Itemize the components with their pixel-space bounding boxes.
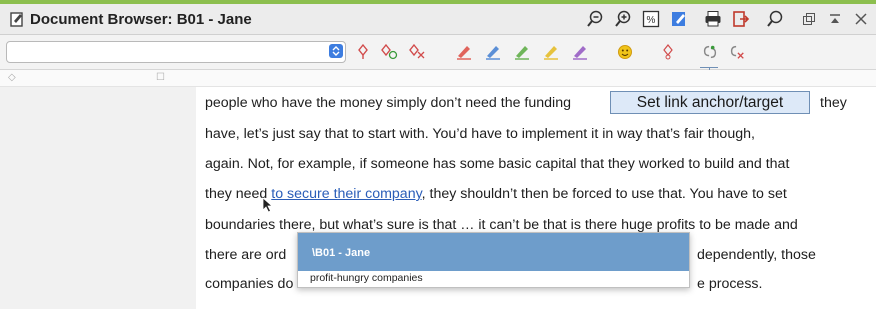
mouse-cursor-icon: [262, 197, 274, 213]
margin-pane: [0, 87, 196, 309]
minimize-window-icon[interactable]: [828, 12, 842, 26]
tooltip: Set link anchor/target: [610, 91, 810, 114]
smiley-icon[interactable]: [616, 43, 634, 61]
export-icon[interactable]: [732, 10, 750, 28]
search-icon[interactable]: [766, 10, 784, 28]
text-line: there are ord dependently, those: [205, 247, 816, 263]
svg-text:%: %: [647, 15, 656, 26]
window-title: Document Browser: B01 - Jane: [30, 10, 252, 28]
ruler-bar: ◇ ☐: [0, 70, 876, 87]
code-selector[interactable]: [6, 41, 346, 63]
pen-purple-icon[interactable]: [571, 43, 589, 61]
link-anchor-icon[interactable]: [701, 43, 719, 61]
pen-blue-icon[interactable]: [484, 43, 502, 61]
edit-mode-icon[interactable]: [670, 10, 688, 28]
coded-link-segment[interactable]: to secure their company: [271, 186, 421, 202]
text-line: boundaries there, but what’s sure is tha…: [205, 217, 798, 233]
chevron-updown-icon[interactable]: [329, 44, 343, 58]
code-remove-icon[interactable]: [408, 43, 426, 61]
link-remove-icon[interactable]: [728, 43, 746, 61]
link-target-popup[interactable]: \B01 - Jane profit-hungry companies: [297, 232, 690, 288]
popup-header[interactable]: \B01 - Jane: [298, 233, 689, 271]
text-line: companies do e process.: [205, 276, 763, 292]
code-icon[interactable]: [354, 43, 372, 61]
text-line: again. Not, for example, if someone has …: [205, 156, 790, 172]
restore-window-icon[interactable]: [802, 12, 816, 26]
text-line: they need to secure their company, they …: [205, 186, 787, 202]
pen-green-icon[interactable]: [513, 43, 531, 61]
zoom-out-icon[interactable]: [586, 10, 604, 28]
code-add-icon[interactable]: [380, 43, 398, 61]
text-line: have, let’s just say that to start with.…: [205, 126, 755, 142]
ruler-code-marker-icon: ◇: [8, 72, 16, 83]
title-bar: Document Browser: B01 - Jane %: [0, 4, 876, 35]
code-toolbar: [0, 35, 876, 70]
popup-list-item[interactable]: profit-hungry companies: [298, 271, 689, 285]
pen-red-icon[interactable]: [455, 43, 473, 61]
print-icon[interactable]: [704, 10, 722, 28]
text-line: people who have the money simply don’t n…: [205, 95, 847, 111]
title-toolbar: %: [576, 4, 868, 34]
close-window-icon[interactable]: [854, 12, 868, 26]
zoom-in-icon[interactable]: [614, 10, 632, 28]
ruler-page-marker-icon: ☐: [156, 72, 165, 83]
pen-yellow-icon[interactable]: [542, 43, 560, 61]
weight-icon[interactable]: [659, 43, 677, 61]
zoom-percent-icon[interactable]: %: [642, 10, 660, 28]
document-icon: [10, 12, 23, 27]
